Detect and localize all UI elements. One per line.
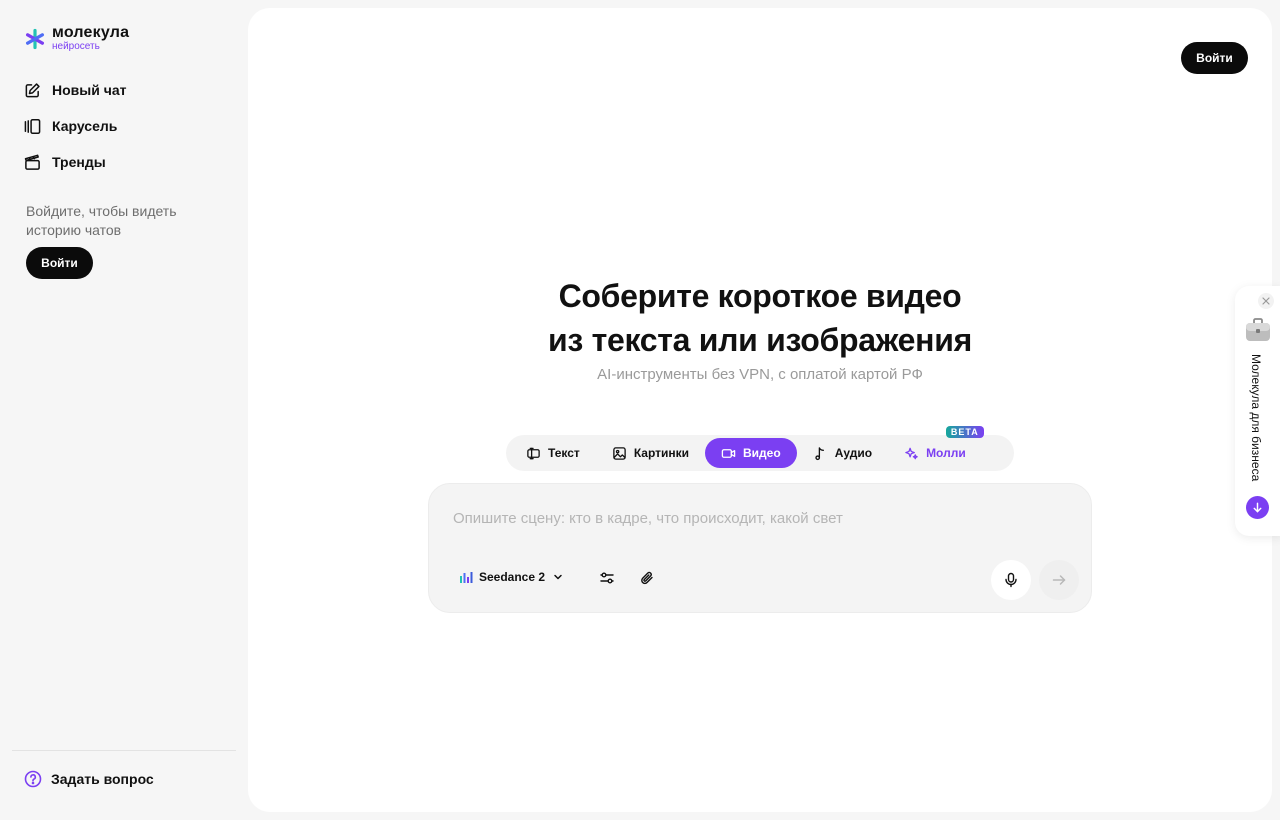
sidebar-item-label: Тренды (52, 154, 106, 170)
page-title-line-1: Соберите короткое видео (558, 278, 962, 314)
app: молекула нейросеть Новый чат Карусель Тр… (0, 0, 1280, 820)
sidebar-nav: Новый чат Карусель Тренды (24, 78, 127, 174)
microphone-button[interactable] (991, 560, 1031, 600)
sidebar-item-label: Новый чат (52, 82, 127, 98)
business-widget[interactable]: Молекула для бизнеса (1235, 286, 1280, 536)
model-bars-icon (460, 572, 473, 583)
close-icon (1262, 297, 1270, 305)
edit-icon (25, 82, 40, 97)
page-title: Соберите короткое видео из текста или из… (248, 274, 1272, 362)
login-hint: Войдите, чтобы видеть историю чатов (26, 203, 177, 238)
tab-text[interactable]: Текст (510, 438, 596, 468)
help-icon (24, 770, 42, 788)
arrow-down-icon (1253, 502, 1262, 513)
sidebar-login-button[interactable]: Войти (26, 247, 93, 279)
page-subtitle: AI-инструменты без VPN, с оплатой картой… (597, 366, 923, 383)
microphone-icon (1005, 572, 1017, 588)
sparkle-icon (905, 447, 918, 459)
briefcase-icon (1246, 318, 1270, 341)
model-selector[interactable]: Seedance 2 (459, 570, 565, 584)
beta-badge: BETA (945, 426, 984, 438)
hero: Соберите короткое видео из текста или из… (248, 274, 1272, 383)
tab-label: Текст (548, 446, 580, 460)
business-widget-label: Молекула для бизнеса (1249, 354, 1263, 482)
tab-audio[interactable]: Аудио (797, 438, 888, 468)
tab-label: Видео (743, 446, 781, 460)
logo-name: молекула (52, 24, 130, 41)
tab-molly[interactable]: Молли BETA (888, 426, 984, 468)
arrow-right-icon (1052, 575, 1066, 585)
carousel-icon (24, 118, 41, 134)
logo[interactable]: молекула нейросеть (24, 25, 129, 52)
prompt-composer: Seedance 2 (428, 483, 1092, 613)
sidebar-item-new-chat[interactable]: Новый чат (24, 78, 127, 102)
send-button[interactable] (1039, 560, 1079, 600)
page-title-line-2: из текста или изображения (548, 322, 972, 358)
main-panel: Войти Соберите короткое видео из текста … (248, 8, 1272, 812)
paperclip-icon[interactable] (639, 570, 655, 586)
model-label: Seedance 2 (479, 570, 546, 584)
ask-question-label: Задать вопрос (51, 771, 154, 787)
text-icon (527, 447, 540, 459)
music-note-icon (815, 446, 824, 460)
sidebar-item-carousel[interactable]: Карусель (24, 114, 127, 138)
business-widget-expand-button[interactable] (1246, 496, 1269, 519)
ask-question-button[interactable]: Задать вопрос (24, 770, 154, 788)
sidebar: молекула нейросеть Новый чат Карусель Тр… (0, 0, 248, 820)
mode-tabs: Текст Картинки Видео Аудио Молли BETA (506, 426, 1014, 471)
settings-sliders-icon[interactable] (599, 570, 615, 586)
chevron-down-icon (554, 574, 562, 580)
business-widget-close-button[interactable] (1258, 293, 1274, 309)
sidebar-item-trends[interactable]: Тренды (24, 150, 127, 174)
tab-images[interactable]: Картинки (596, 438, 705, 468)
tab-video[interactable]: Видео (705, 438, 797, 468)
header-login-button[interactable]: Войти (1181, 42, 1248, 74)
video-icon (721, 448, 736, 458)
sidebar-divider (12, 750, 236, 751)
logo-mark-icon (25, 28, 44, 49)
clapperboard-icon (24, 154, 40, 170)
tab-label: Молли (926, 446, 966, 460)
sidebar-item-label: Карусель (52, 118, 118, 134)
tab-label: Аудио (834, 446, 873, 460)
logo-subtitle: нейросеть (52, 41, 100, 52)
image-icon (613, 446, 626, 460)
prompt-input[interactable] (453, 510, 1053, 527)
tab-label: Картинки (633, 446, 690, 460)
